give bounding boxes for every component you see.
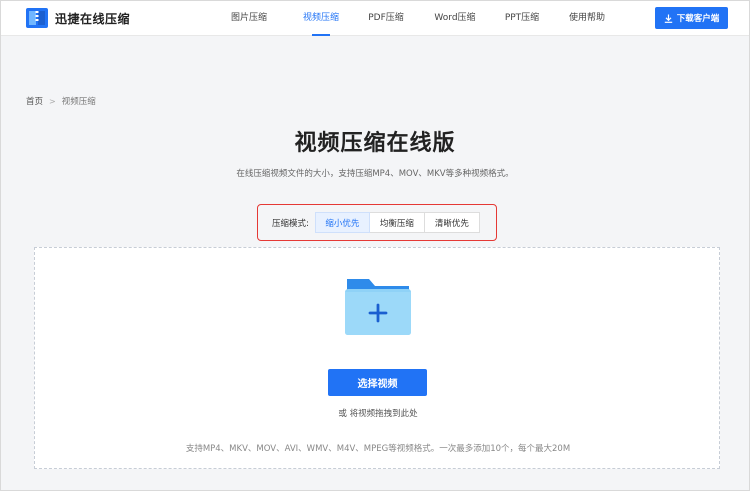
logo-text: 迅捷在线压缩	[55, 11, 131, 26]
upload-drop-zone[interactable]: 选择视频 或 将视频拖拽到此处 支持MP4、MKV、MOV、AVI、WMV、M4…	[34, 247, 720, 469]
nav-video-compress[interactable]: 视频压缩	[286, 1, 356, 36]
compression-mode-label: 压缩模式:	[272, 218, 309, 229]
breadcrumb-separator: >	[49, 96, 56, 106]
nav-image-compress[interactable]: 图片压缩	[221, 1, 277, 36]
page-subtitle: 在线压缩视频文件的大小，支持压缩MP4、MOV、MKV等多种视频格式。	[236, 169, 514, 179]
nav-pdf-compress[interactable]: PDF压缩	[358, 1, 414, 36]
top-header: 迅捷在线压缩 图片压缩 视频压缩 PDF压缩 Word压缩 PPT压缩 使用帮助…	[1, 1, 749, 36]
breadcrumb-current: 视频压缩	[61, 97, 96, 107]
mode-option-smaller-first[interactable]: 缩小优先	[314, 212, 370, 233]
download-client-label: 下载客户端	[676, 14, 720, 24]
supported-formats-hint: 支持MP4、MKV、MOV、AVI、WMV、M4V、MPEG等视频格式。一次最多…	[185, 444, 571, 454]
nav-help[interactable]: 使用帮助	[559, 1, 615, 36]
mode-option-clarity-first[interactable]: 清晰优先	[424, 212, 480, 233]
mode-option-balanced[interactable]: 均衡压缩	[369, 212, 425, 233]
page-title: 视频压缩在线版	[294, 131, 456, 156]
breadcrumb: 首页 > 视频压缩	[26, 95, 96, 108]
folder-add-icon	[345, 279, 411, 335]
select-video-button[interactable]: 选择视频	[328, 369, 427, 396]
breadcrumb-home[interactable]: 首页	[26, 95, 43, 107]
download-icon	[664, 14, 672, 23]
logo-icon	[26, 8, 48, 28]
nav-ppt-compress[interactable]: PPT压缩	[493, 1, 551, 36]
logo[interactable]: 迅捷在线压缩	[26, 8, 130, 28]
download-client-button[interactable]: 下载客户端	[655, 7, 728, 29]
drag-hint: 或 将视频拖拽到此处	[338, 409, 418, 419]
main-nav: 图片压缩 视频压缩 PDF压缩 Word压缩 PPT压缩 使用帮助	[221, 1, 615, 36]
compression-mode-selector: 压缩模式: 缩小优先 均衡压缩 清晰优先	[257, 204, 497, 241]
nav-word-compress[interactable]: Word压缩	[423, 1, 487, 36]
